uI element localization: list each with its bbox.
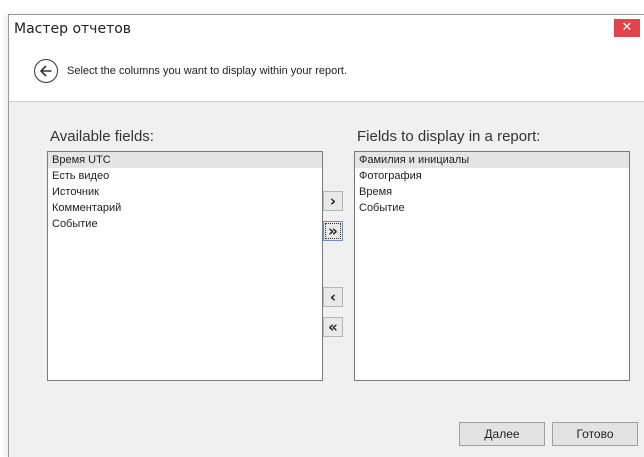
available-fields-list[interactable]: Время UTC Есть видео Источник Комментари…: [47, 151, 323, 381]
list-item[interactable]: Источник: [48, 184, 322, 200]
title-bar: Мастер отчетов ✕: [9, 15, 644, 45]
list-item[interactable]: Событие: [355, 200, 629, 216]
remove-selected-button[interactable]: ‹: [323, 287, 343, 307]
list-item[interactable]: Время UTC: [48, 152, 322, 168]
report-wizard-dialog: Мастер отчетов ✕ Select the columns you …: [8, 14, 644, 457]
finish-button[interactable]: Готово: [552, 422, 638, 446]
list-item[interactable]: Событие: [48, 216, 322, 232]
add-all-button[interactable]: »: [323, 221, 343, 241]
available-fields-label: Available fields:: [50, 128, 154, 145]
list-item[interactable]: Фамилия и инициалы: [355, 152, 629, 168]
display-fields-label: Fields to display in a report:: [357, 128, 541, 145]
arrow-left-icon: [40, 65, 52, 77]
next-button[interactable]: Далее: [459, 422, 545, 446]
close-button[interactable]: ✕: [614, 19, 640, 37]
list-item[interactable]: Комментарий: [48, 200, 322, 216]
add-selected-button[interactable]: ›: [323, 191, 343, 211]
back-button[interactable]: [34, 59, 58, 83]
remove-all-button[interactable]: «: [323, 317, 343, 337]
window-title: Мастер отчетов: [14, 21, 132, 37]
list-item[interactable]: Есть видео: [48, 168, 322, 184]
instruction-text: Select the columns you want to display w…: [67, 65, 348, 77]
display-fields-list[interactable]: Фамилия и инициалы Фотография Время Собы…: [354, 151, 630, 381]
wizard-header: Select the columns you want to display w…: [9, 45, 644, 102]
list-item[interactable]: Фотография: [355, 168, 629, 184]
list-item[interactable]: Время: [355, 184, 629, 200]
